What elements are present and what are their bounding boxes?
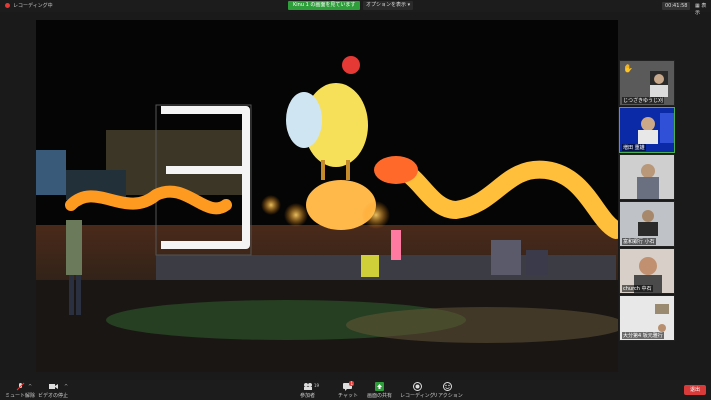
share-screen-icon xyxy=(375,382,384,391)
participant-tile[interactable]: 富和銀行 小石 xyxy=(619,201,675,247)
participant-tile[interactable]: 増田 重雄 xyxy=(619,107,675,153)
video-icon xyxy=(48,382,58,391)
participant-gallery: ✋ じつざきゆうじ刈 増田 重雄 富和銀行 小石 church 中石 大分第4 … xyxy=(619,60,675,342)
meeting-timer: 00:41:58 xyxy=(662,2,691,10)
share-status-badge: Kinu 1 の画面を見ています xyxy=(288,1,361,10)
participant-tile[interactable]: church 中石 xyxy=(619,248,675,294)
shared-photo xyxy=(36,20,618,372)
chat-button[interactable]: 1 チャット xyxy=(338,381,358,399)
meeting-toolbar: ミュート解除 ^ ビデオの停止 ^ 参加者 19 1 チャット 画面の共有 レコ… xyxy=(0,380,711,400)
chat-icon: 1 xyxy=(343,381,355,391)
participant-name: 大分第4 坂元雅行 xyxy=(622,332,664,339)
share-label: 画面の共有 xyxy=(367,393,393,399)
video-label: ビデオの停止 xyxy=(38,393,69,399)
recording-label: レコーディング中 xyxy=(13,3,53,9)
chevron-up-icon[interactable]: ^ xyxy=(28,384,32,390)
chevron-down-icon: ▾ xyxy=(407,2,411,8)
shared-screen-view xyxy=(36,20,618,372)
record-button[interactable]: レコーディング xyxy=(400,382,435,399)
record-dot-icon xyxy=(5,3,10,8)
recording-indicator[interactable]: レコーディング中 xyxy=(5,2,53,9)
participant-name: church 中石 xyxy=(622,285,653,292)
meeting-topbar: レコーディング中 Kinu 1 の画面を見ています オプションを表示 ▾ 00:… xyxy=(0,0,711,16)
reaction-icon xyxy=(443,382,453,391)
raised-hand-icon: ✋ xyxy=(623,64,633,73)
participant-tile[interactable]: 大分第4 坂元雅行 xyxy=(619,295,675,341)
view-layout-button[interactable]: ▦ 表示 xyxy=(695,2,711,16)
participant-tile[interactable] xyxy=(619,154,675,200)
leave-meeting-button[interactable]: 退出 xyxy=(684,385,706,395)
reaction-button[interactable]: リアクション xyxy=(433,382,463,399)
chat-label: チャット xyxy=(338,393,358,399)
participants-count: 19 xyxy=(314,383,320,388)
chevron-up-icon[interactable]: ^ xyxy=(64,384,68,390)
participants-button[interactable]: 参加者 xyxy=(300,382,315,399)
mic-muted-icon xyxy=(16,382,25,391)
chat-badge: 1 xyxy=(349,381,355,386)
participant-name: 富和銀行 小石 xyxy=(622,238,656,245)
participants-label: 参加者 xyxy=(300,393,316,399)
record-label: レコーディング xyxy=(400,393,435,399)
view-options-button[interactable]: オプションを表示 ▾ xyxy=(363,1,414,10)
share-screen-button[interactable]: 画面の共有 xyxy=(367,382,392,399)
view-options-label: オプションを表示 xyxy=(366,2,407,8)
participants-icon xyxy=(303,382,312,391)
participant-name: 増田 重雄 xyxy=(622,144,646,151)
grid-icon: ▦ xyxy=(695,3,700,9)
mute-label: ミュート解除 xyxy=(5,393,36,399)
participant-name: じつざきゆうじ刈 xyxy=(622,97,665,104)
participant-video xyxy=(620,155,674,199)
record-icon xyxy=(412,382,422,391)
participant-tile[interactable]: ✋ じつざきゆうじ刈 xyxy=(619,60,675,106)
reaction-label: リアクション xyxy=(433,393,463,399)
